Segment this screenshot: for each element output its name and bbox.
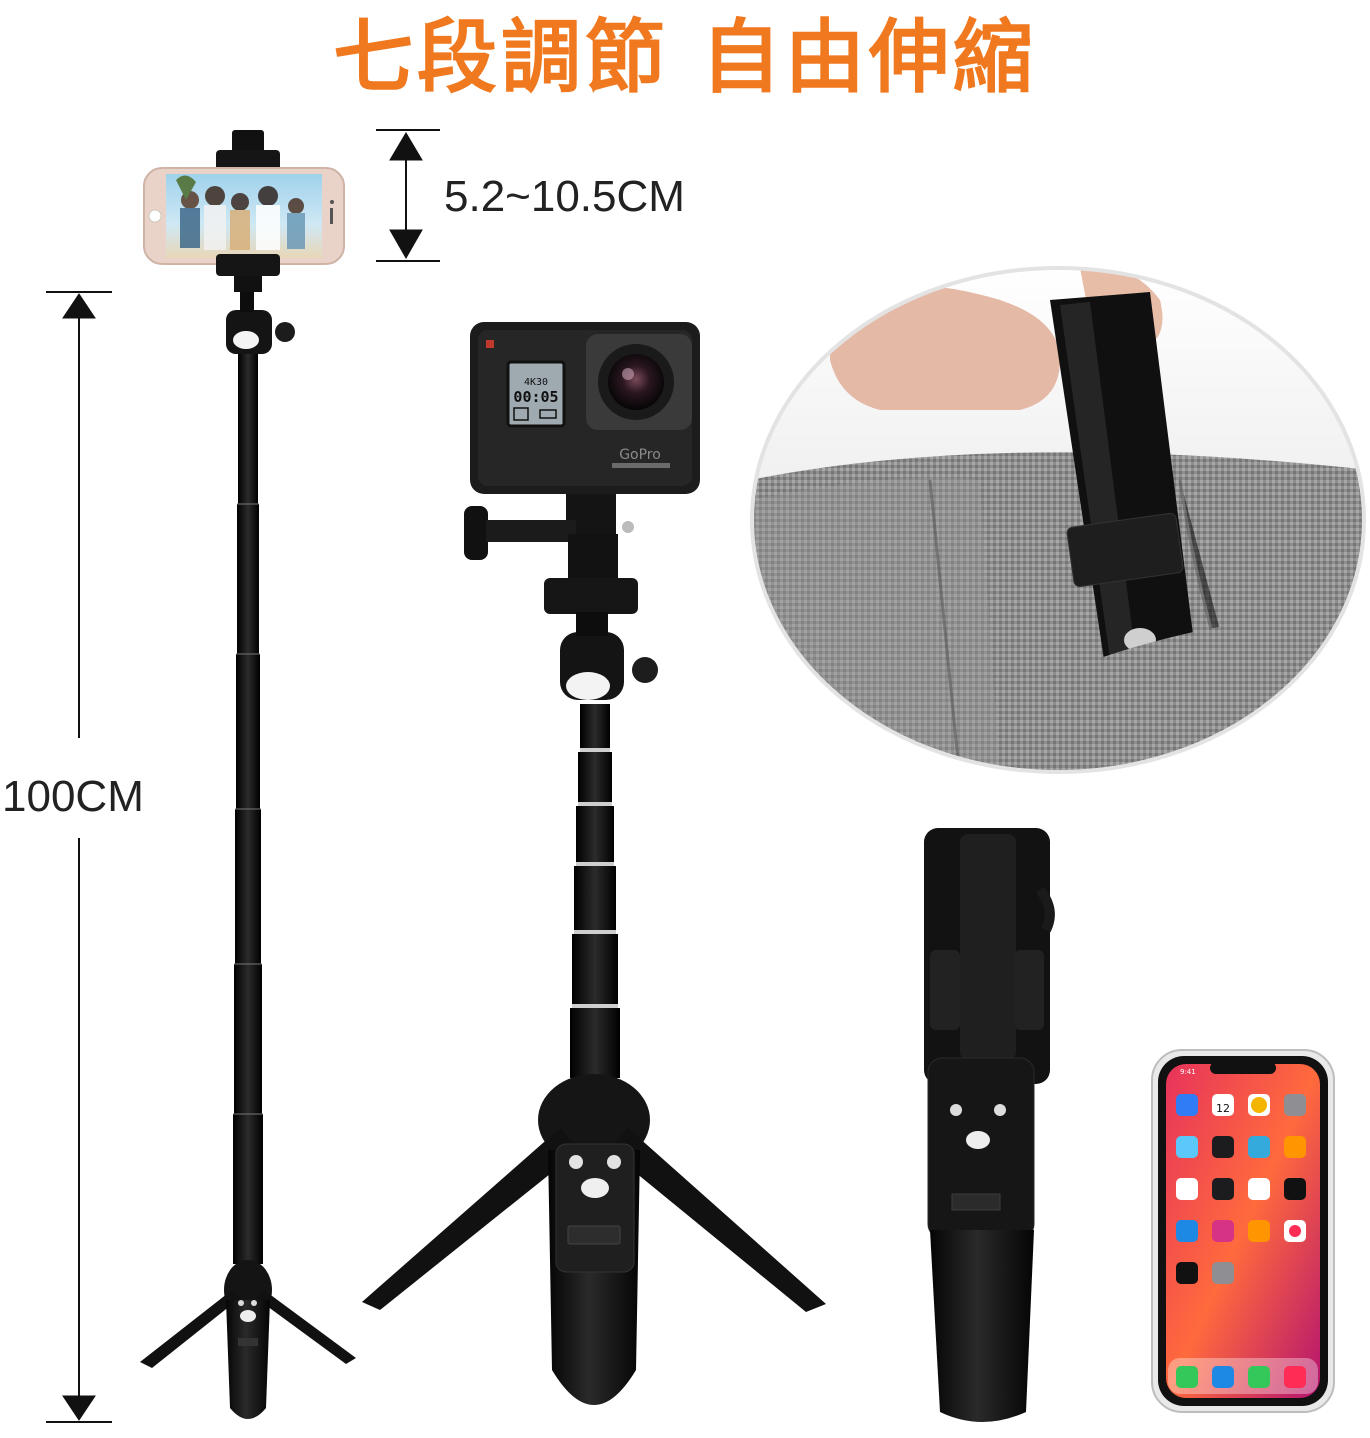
product-scene: 4K30 00:05 GoPro 9:41 12 xyxy=(46,129,1366,1423)
iphone-mockup: 9:41 12 xyxy=(1151,1049,1335,1413)
folded-stick xyxy=(924,828,1055,1422)
extended-selfie-stick xyxy=(140,130,356,1419)
clamp-dimension-arrow xyxy=(376,129,440,262)
gopro-mode-text: 4K30 xyxy=(524,377,548,388)
length-dimension-arrow xyxy=(46,291,112,1423)
gopro-time-text: 00:05 xyxy=(513,388,558,406)
gopro-brand-text: GoPro xyxy=(619,447,661,463)
phone-time-text: 9:41 xyxy=(1180,1068,1196,1076)
calendar-day-text: 12 xyxy=(1216,1102,1230,1115)
